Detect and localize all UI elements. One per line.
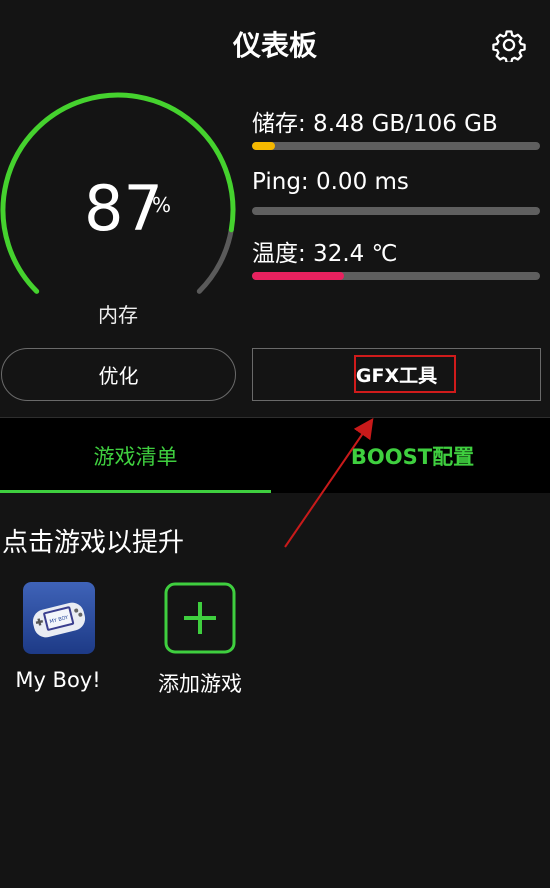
temperature-bar — [252, 272, 540, 280]
temperature-text: 温度: 32.4 ℃ — [252, 241, 398, 267]
page-title: 仪表板 — [232, 29, 317, 62]
ping-bar — [252, 207, 540, 215]
tab-bar: 游戏清单 BOOST配置 — [0, 418, 550, 493]
storage-bar-fill — [252, 142, 276, 150]
tab-boost-config[interactable]: BOOST配置 — [275, 418, 550, 493]
ping-stat: Ping: 0.00 ms — [252, 169, 542, 215]
add-game-icon[interactable] — [164, 582, 236, 654]
game-label-my-boy: My Boy! — [15, 668, 101, 692]
section-title: 点击游戏以提升 — [2, 528, 185, 558]
storage-bar — [252, 142, 540, 150]
game-label-add: 添加游戏 — [158, 672, 242, 696]
storage-stat: 储存: 8.48 GB/106 GB — [252, 104, 542, 150]
tab-game-list[interactable]: 游戏清单 — [0, 418, 271, 493]
gear-icon[interactable] — [492, 28, 526, 62]
memory-label: 内存 — [98, 303, 138, 327]
gfx-tool-button[interactable]: GFX工具 — [252, 348, 541, 401]
header: 仪表板 — [0, 0, 550, 88]
optimize-button[interactable]: 优化 — [1, 348, 236, 401]
storage-text: 储存: 8.48 GB/106 GB — [252, 111, 498, 137]
temperature-stat: 温度: 32.4 ℃ — [252, 234, 542, 280]
gauge-track — [196, 227, 234, 294]
ping-text: Ping: 0.00 ms — [252, 169, 409, 195]
temperature-bar-fill — [252, 272, 345, 280]
active-tab-indicator — [0, 490, 271, 493]
memory-percent-unit: % — [152, 193, 172, 217]
my-boy-app-icon[interactable]: MY BOY — [23, 582, 95, 654]
